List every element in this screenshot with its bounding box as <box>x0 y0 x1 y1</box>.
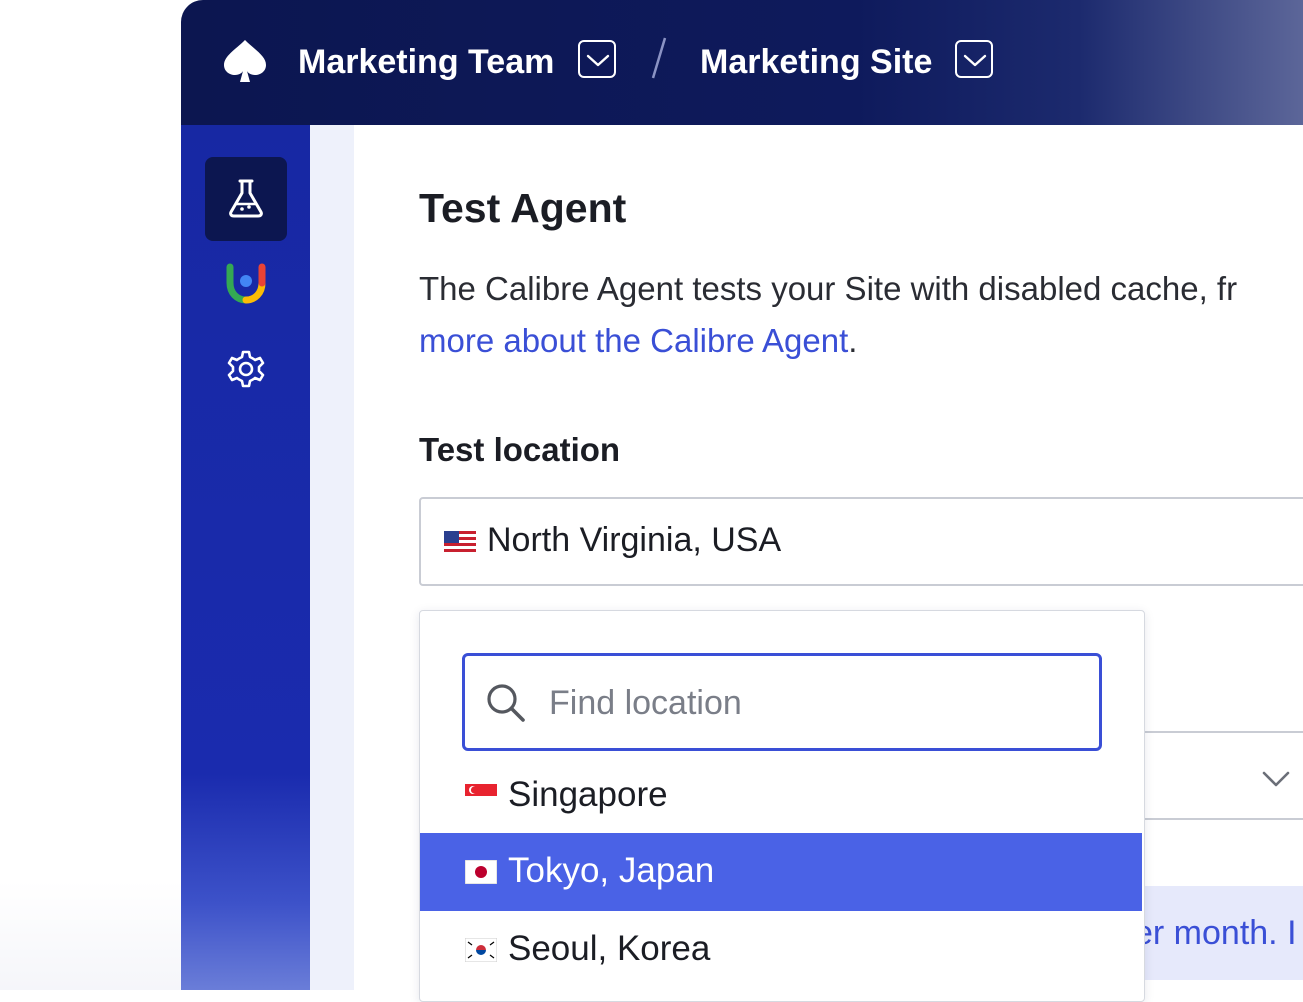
page-fade <box>0 880 181 990</box>
page-description: The Calibre Agent tests your Site with d… <box>419 263 1303 367</box>
banner-text: er month. I <box>1134 914 1297 952</box>
location-option-tokyo[interactable]: Tokyo, Japan <box>420 833 1142 911</box>
location-option-singapore[interactable]: Singapore <box>420 757 1142 835</box>
description-period: . <box>848 322 858 359</box>
sidebar <box>181 125 310 990</box>
option-label: Seoul, Korea <box>508 929 711 968</box>
chevron-down-icon <box>1262 771 1290 787</box>
page-title: Test Agent <box>419 185 627 231</box>
site-switcher-button[interactable] <box>955 40 993 78</box>
description-text: The Calibre Agent tests your Site with d… <box>419 270 1238 307</box>
test-location-select[interactable]: North Virginia, USA <box>419 497 1303 586</box>
test-location-label: Test location <box>419 431 621 468</box>
selected-location: North Virginia, USA <box>487 521 782 559</box>
lighthouse-logo-icon <box>226 263 266 304</box>
flask-icon <box>229 179 263 218</box>
option-label: Singapore <box>508 775 668 814</box>
spade-logo-icon[interactable] <box>221 38 269 84</box>
info-banner: er month. I <box>1134 886 1303 980</box>
site-name[interactable]: Marketing Site <box>700 40 932 84</box>
top-bar: Marketing Team Marketing Site <box>181 0 1303 125</box>
location-option-seoul[interactable]: Seoul, Korea <box>420 911 1142 989</box>
flag-us-icon <box>444 531 476 555</box>
chevron-down-icon <box>963 54 987 67</box>
flag-jp-icon <box>465 860 497 884</box>
sidebar-item-test-agent[interactable] <box>205 157 287 241</box>
calibre-agent-link[interactable]: more about the Calibre Agent <box>419 322 848 359</box>
secondary-select[interactable] <box>1134 731 1303 820</box>
flag-sg-icon <box>465 784 497 808</box>
location-dropdown: Singapore Tokyo, Japan Seoul, Korea <box>419 610 1145 1002</box>
sidebar-item-lighthouse[interactable] <box>205 243 287 327</box>
team-name[interactable]: Marketing Team <box>298 40 554 84</box>
chevron-down-icon <box>586 54 610 67</box>
location-search-input[interactable] <box>547 674 1071 732</box>
content-gutter <box>310 125 354 990</box>
team-switcher-button[interactable] <box>578 40 616 78</box>
gear-icon <box>227 350 265 388</box>
option-label: Tokyo, Japan <box>508 851 715 890</box>
breadcrumb-separator <box>651 37 667 79</box>
location-search[interactable] <box>462 653 1102 751</box>
flag-kr-icon <box>465 938 497 962</box>
search-icon <box>487 684 525 722</box>
sidebar-item-settings[interactable] <box>205 329 287 413</box>
